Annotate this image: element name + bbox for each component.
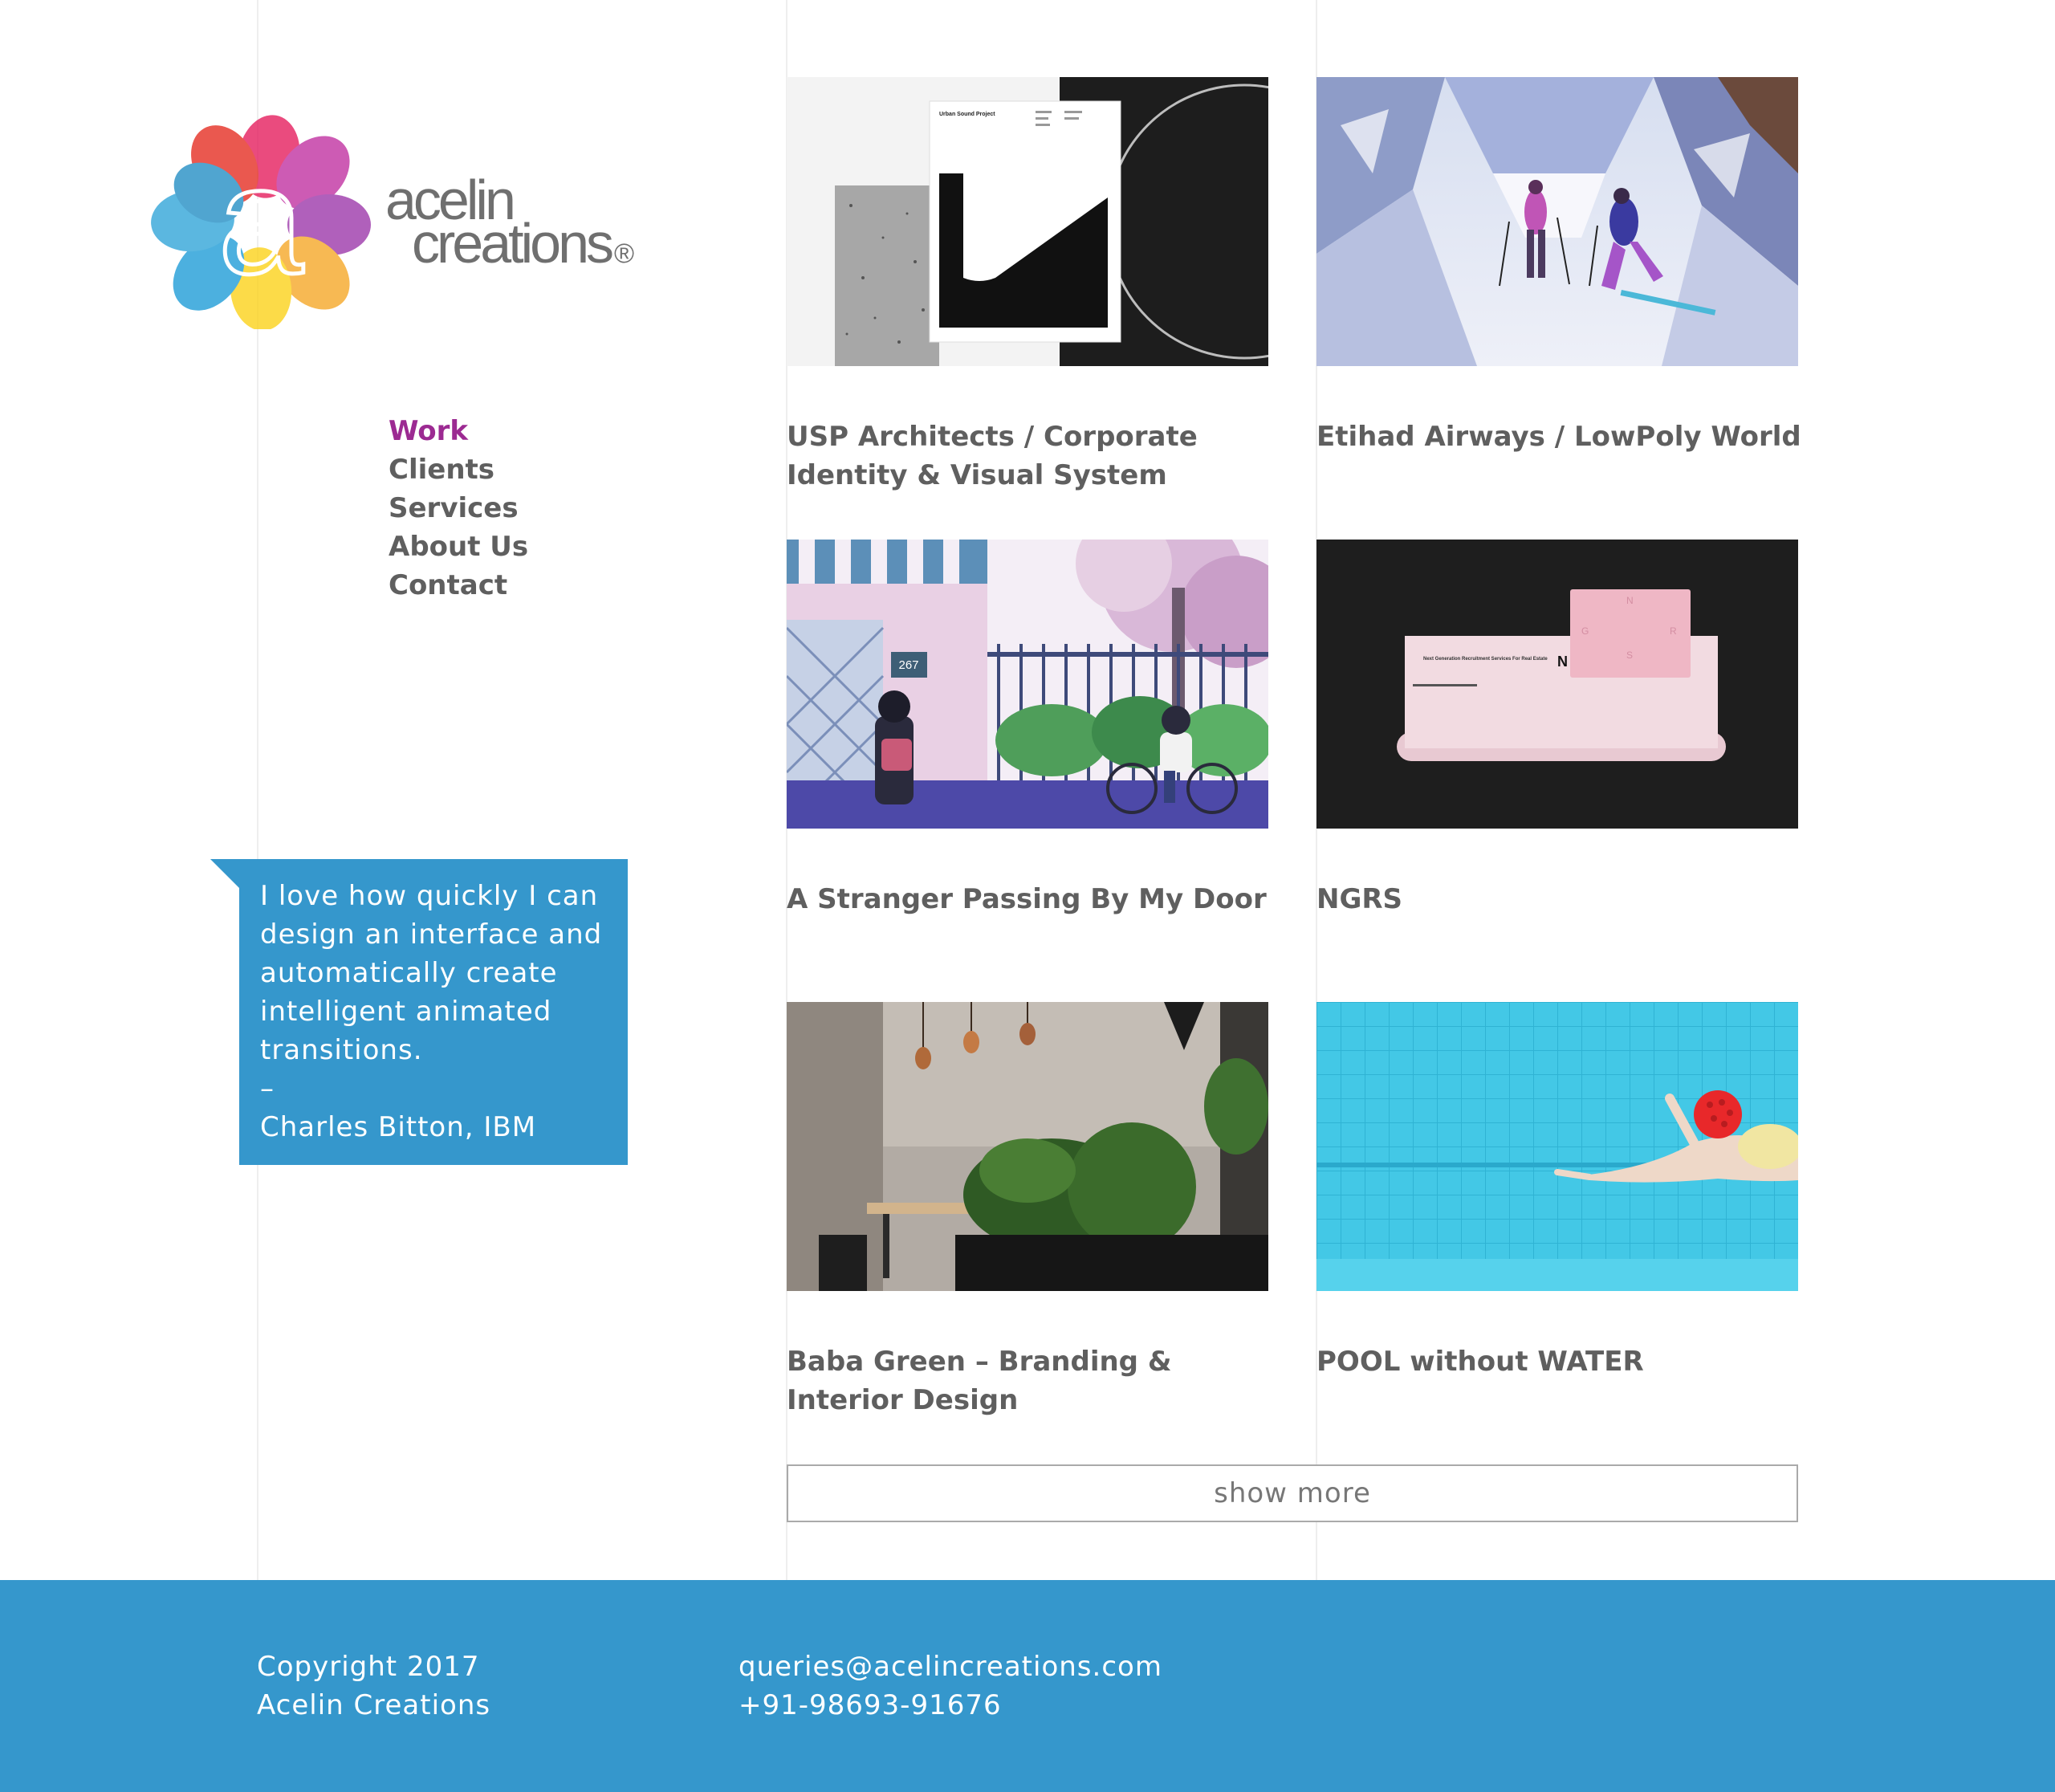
svg-text:267: 267	[898, 658, 918, 672]
email-link[interactable]: queries@acelincreations.com	[739, 1647, 1162, 1686]
project-title[interactable]: POOL without WATER	[1316, 1342, 1814, 1381]
etihad-lowpoly-image[interactable]	[1316, 77, 1798, 366]
project-title[interactable]: NGRS	[1316, 880, 1814, 918]
nav-item-clients[interactable]: Clients	[389, 450, 528, 489]
svg-text:Next Generation Recruitment Se: Next Generation Recruitment Services For…	[1423, 657, 1548, 662]
quote-author: Charles Bitton, IBM	[260, 1111, 537, 1143]
quote-line: automatically create	[260, 957, 558, 989]
project-title[interactable]: Baba Green – Branding & Interior Design	[787, 1342, 1284, 1419]
project-card: Next Generation Recruitment Services For…	[1316, 540, 1798, 915]
quote-line: intelligent animated	[260, 996, 552, 1028]
quote-line: transitions.	[260, 1034, 423, 1066]
testimonial-quote: I love how quickly I can design an inter…	[239, 859, 628, 1165]
project-card: Baba Green – Branding & Interior Design	[787, 1002, 1268, 1416]
logo-flower-icon: a	[151, 115, 371, 329]
brand-wordmark: acelin creations ®	[385, 172, 635, 275]
show-more-button[interactable]: show more	[787, 1464, 1798, 1522]
nav-item-services[interactable]: Services	[389, 489, 528, 527]
brand-name-line2: creations ®	[412, 212, 635, 275]
quote-line: design an interface and	[260, 918, 603, 951]
project-title[interactable]: Etihad Airways / LowPoly World	[1316, 417, 1814, 456]
project-card: POOL without WATER	[1316, 1002, 1798, 1378]
company-name: Acelin Creations	[257, 1689, 491, 1721]
svg-text:a: a	[218, 136, 303, 306]
nav-item-contact[interactable]: Contact	[389, 566, 528, 605]
project-title[interactable]: USP Architects / Corporate Identity & Vi…	[787, 417, 1284, 495]
footer-copyright: Copyright 2017 Acelin Creations	[257, 1647, 490, 1725]
copyright-text: Copyright 2017	[257, 1651, 480, 1683]
baba-green-interior-image[interactable]	[787, 1002, 1268, 1291]
nav-item-about-us[interactable]: About Us	[389, 527, 528, 566]
project-card: Etihad Airways / LowPoly World	[1316, 77, 1801, 453]
quote-tab	[210, 859, 239, 888]
ngrs-stationery-image[interactable]: Next Generation Recruitment Services For…	[1316, 540, 1798, 829]
nav-item-work[interactable]: Work	[389, 412, 528, 450]
phone-link[interactable]: +91-98693-91676	[739, 1686, 1162, 1725]
main-nav: Work Clients Services About Us Contact	[389, 412, 528, 605]
svg-text:N: N	[1626, 595, 1634, 606]
footer: Copyright 2017 Acelin Creations queries@…	[0, 1580, 2055, 1792]
svg-text:S: S	[1626, 650, 1633, 661]
pool-swimmer-image[interactable]	[1316, 1002, 1798, 1291]
stranger-illustration-image[interactable]: 267	[787, 540, 1268, 829]
quote-line: I love how quickly I can	[260, 880, 599, 912]
registered-mark: ®	[614, 238, 635, 269]
svg-text:R: R	[1670, 625, 1677, 637]
usp-architects-image[interactable]: Urban Sound Project	[787, 77, 1268, 366]
svg-text:Urban Sound Project: Urban Sound Project	[939, 112, 995, 117]
project-card: Urban Sound Project USP Architects / Cor…	[787, 77, 1268, 491]
svg-text:N: N	[1557, 654, 1568, 670]
quote-dash: –	[260, 1073, 275, 1105]
project-title[interactable]: A Stranger Passing By My Door	[787, 880, 1284, 918]
project-card: 267 A Stranger Passing By My Door	[787, 540, 1268, 915]
svg-text:G: G	[1581, 625, 1589, 637]
footer-contact: queries@acelincreations.com +91-98693-91…	[739, 1647, 1162, 1725]
